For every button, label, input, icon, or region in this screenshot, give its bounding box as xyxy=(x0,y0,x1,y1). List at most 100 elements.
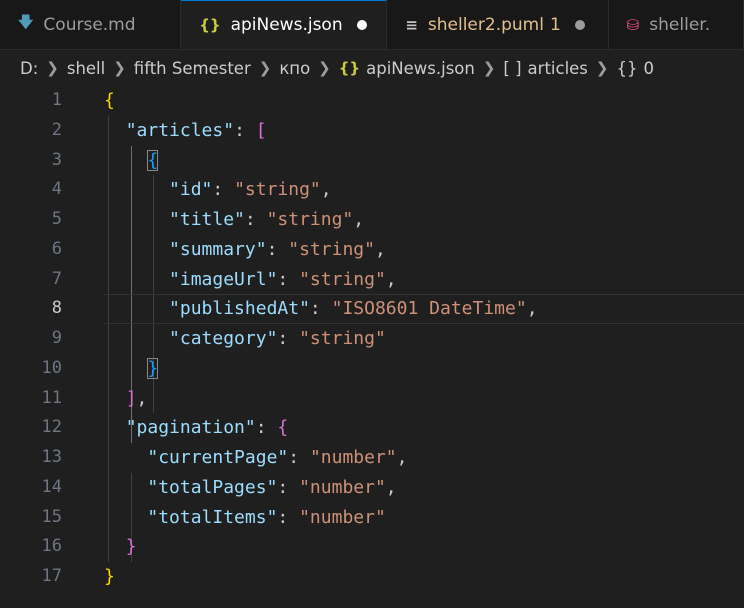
code-line: 15 "totalItems": "number" xyxy=(0,503,744,533)
colon: : xyxy=(266,238,289,260)
line-number: 5 xyxy=(51,209,62,229)
line-number: 4 xyxy=(51,179,62,200)
comma: , xyxy=(385,476,397,498)
code-line: 3 { xyxy=(0,146,744,176)
bracket: ] xyxy=(125,387,137,409)
line-number: 9 xyxy=(51,328,62,348)
json-key: "currentPage" xyxy=(147,447,289,468)
colon: : xyxy=(255,417,278,439)
colon: : xyxy=(234,119,256,141)
breadcrumb-folder-shell[interactable]: shell xyxy=(67,59,105,78)
editor-tab-bar: 🡇 Course.md {} apiNews.json ≡ sheller2.p… xyxy=(0,0,744,50)
breadcrumb-symbol-index[interactable]: 0 xyxy=(643,59,654,78)
chevron-right-icon: ❯ xyxy=(258,59,272,77)
tab-apinews-json[interactable]: {} apiNews.json xyxy=(181,0,388,49)
colon: : xyxy=(277,506,300,528)
json-icon: {} xyxy=(338,59,361,77)
line-number: 10 xyxy=(41,357,62,378)
json-key: "imageUrl" xyxy=(169,268,278,290)
code-line-current: 8 "publishedAt": "ISO8601 DateTime", xyxy=(0,294,744,324)
code-editor[interactable]: 1 { 2 "articles": [ 3 { 4 "id": "string"… xyxy=(0,86,744,608)
markdown-icon: 🡇 xyxy=(18,13,34,31)
code-line: 7 "imageUrl": "string", xyxy=(0,265,744,295)
line-number: 7 xyxy=(51,268,62,289)
code-line: 11 ], xyxy=(0,384,744,414)
colon: : xyxy=(277,328,300,349)
json-string: "number" xyxy=(299,506,386,528)
problem-count-badge: 1 xyxy=(549,14,561,35)
line-number: 2 xyxy=(51,119,62,140)
code-line: 2 "articles": [ xyxy=(0,116,744,146)
code-line: 6 "summary": "string", xyxy=(0,235,744,265)
comma: , xyxy=(396,447,408,468)
matched-brace: } xyxy=(147,357,159,379)
code-line: 12 "pagination": { xyxy=(0,413,744,443)
line-number: 12 xyxy=(41,417,62,438)
puml-file-icon: ≡ xyxy=(405,15,418,34)
json-string: "ISO8601 DateTime" xyxy=(331,298,527,320)
code-line: 4 "id": "string", xyxy=(0,175,744,205)
code-line: 10 } xyxy=(0,354,744,384)
json-string: "string" xyxy=(266,209,354,230)
bracket: [ xyxy=(255,119,267,141)
colon: : xyxy=(309,298,332,320)
breadcrumb-symbol-articles[interactable]: articles xyxy=(528,59,588,78)
brace: } xyxy=(104,566,115,587)
line-number: 1 xyxy=(51,90,62,110)
tab-course-md[interactable]: 🡇 Course.md xyxy=(0,0,182,49)
json-key: "title" xyxy=(169,209,245,230)
json-key: "totalItems" xyxy=(147,506,278,528)
tab-sheller[interactable]: ⛁ sheller. xyxy=(608,0,744,49)
breadcrumb: D: ❯ shell ❯ fifth Semester ❯ кпо ❯ {} a… xyxy=(0,50,744,86)
line-number: 11 xyxy=(41,387,62,408)
json-key: "id" xyxy=(169,179,213,201)
brace: { xyxy=(277,417,289,439)
chevron-right-icon: ❯ xyxy=(113,59,126,77)
breadcrumb-folder-fifth-semester[interactable]: fifth Semester xyxy=(134,59,251,78)
comma: , xyxy=(353,209,365,230)
colon: : xyxy=(277,268,300,290)
line-number: 17 xyxy=(41,566,62,586)
brace: { xyxy=(104,90,115,111)
array-symbol-icon: [ ] xyxy=(503,58,522,78)
colon: : xyxy=(212,179,235,201)
database-icon: ⛁ xyxy=(626,15,640,34)
code-line: 5 "title": "string", xyxy=(0,205,744,235)
colon: : xyxy=(244,209,267,230)
json-key: "pagination" xyxy=(125,417,256,439)
tab-label: sheller2.puml xyxy=(427,14,544,35)
code-line: 17 } xyxy=(0,562,744,592)
code-line: 9 "category": "string" xyxy=(0,324,744,354)
tab-sheller2-puml[interactable]: ≡ sheller2.puml 1 xyxy=(387,0,609,49)
chevron-right-icon: ❯ xyxy=(318,59,331,77)
json-icon: {} xyxy=(199,16,221,34)
brace: } xyxy=(125,536,137,558)
line-number: 14 xyxy=(41,476,62,497)
breadcrumb-drive[interactable]: D: xyxy=(20,59,38,78)
json-string: "string" xyxy=(288,238,375,260)
json-string: "string" xyxy=(299,268,386,290)
json-key: "articles" xyxy=(125,119,235,141)
json-key: "totalPages" xyxy=(147,476,278,498)
tab-label: apiNews.json xyxy=(230,15,343,35)
colon: : xyxy=(288,447,310,468)
code-line: 1 { xyxy=(0,86,744,116)
comma: , xyxy=(320,179,332,201)
comma: , xyxy=(385,268,397,290)
comma: , xyxy=(526,298,538,320)
unsaved-dot-icon[interactable] xyxy=(356,20,367,30)
breadcrumb-file[interactable]: apiNews.json xyxy=(366,59,475,78)
unsaved-dot-icon[interactable] xyxy=(574,19,585,30)
line-number-active: 8 xyxy=(51,298,62,319)
json-key: "category" xyxy=(169,328,278,349)
code-line: 14 "totalPages": "number", xyxy=(0,473,744,503)
json-key: "summary" xyxy=(169,238,267,260)
json-string: "number" xyxy=(299,476,386,498)
line-number: 3 xyxy=(51,149,62,170)
comma: , xyxy=(374,238,386,260)
line-number: 6 xyxy=(51,238,62,259)
breadcrumb-folder-kpo[interactable]: кпо xyxy=(279,59,310,78)
json-string: "string" xyxy=(299,328,386,349)
chevron-right-icon: ❯ xyxy=(482,59,496,77)
line-number: 15 xyxy=(41,506,62,527)
